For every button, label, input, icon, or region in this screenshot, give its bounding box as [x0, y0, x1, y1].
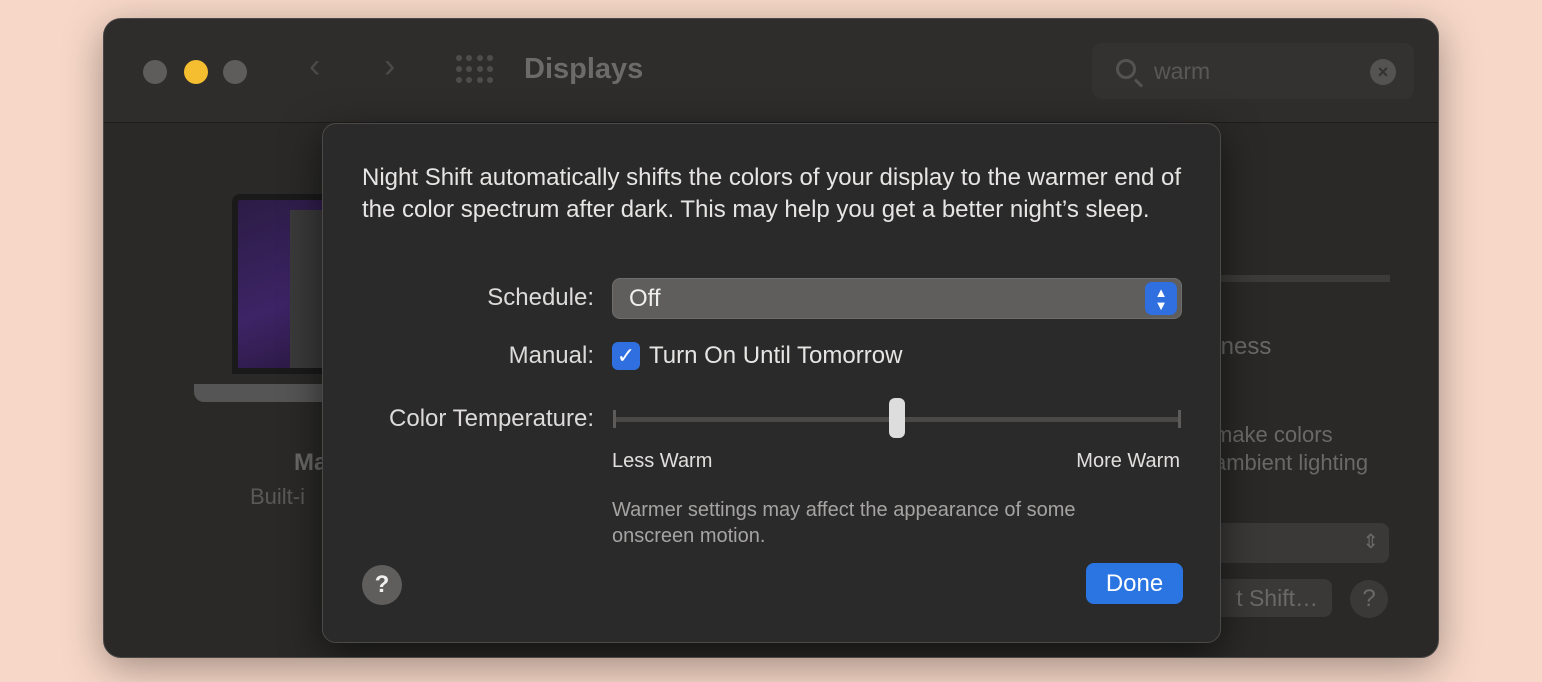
back-arrow-icon[interactable]: ‹	[309, 49, 320, 83]
motion-warning-text: Warmer settings may affect the appearanc…	[612, 499, 1076, 547]
chevron-up-down-icon: ▲ ▼	[1145, 282, 1177, 315]
display-subtitle: Built-i	[250, 484, 306, 509]
zoom-window-button[interactable]	[223, 60, 247, 84]
turn-on-until-tomorrow-label[interactable]: Turn On Until Tomorrow	[649, 342, 902, 370]
system-preferences-window: ‹ › Displays warm × Ma Built-i tness mak…	[103, 18, 1439, 658]
show-all-grid-icon[interactable]	[456, 55, 494, 85]
search-input[interactable]: warm	[1154, 58, 1210, 85]
more-warm-label: More Warm	[1076, 450, 1180, 472]
true-tone-description: make colors ambient lighting	[1214, 422, 1369, 475]
search-icon	[1116, 59, 1136, 79]
night-shift-button: t Shift…	[1214, 579, 1332, 617]
less-warm-label: Less Warm	[612, 450, 713, 472]
brightness-label: tness	[1214, 333, 1272, 360]
slider-tick-max	[1178, 410, 1181, 428]
schedule-popup[interactable]: Off ▲ ▼	[612, 278, 1182, 319]
search-field[interactable]: warm ×	[1092, 43, 1414, 99]
night-shift-sheet: Night Shift automatically shifts the col…	[322, 123, 1221, 643]
color-temperature-slider[interactable]	[612, 396, 1182, 442]
night-shift-description: Night Shift automatically shifts the col…	[362, 164, 1182, 223]
window-title: Displays	[524, 53, 644, 85]
clear-search-icon[interactable]: ×	[1370, 59, 1396, 85]
slider-thumb[interactable]	[889, 398, 905, 438]
turn-on-until-tomorrow-checkbox[interactable]: ✓	[612, 342, 640, 370]
background-help-icon: ?	[1350, 580, 1388, 618]
done-button[interactable]: Done	[1086, 563, 1183, 604]
popup-arrows-icon: ⇕	[1362, 531, 1379, 553]
slider-tick-min	[613, 410, 616, 428]
manual-label: Manual:	[508, 342, 594, 369]
brightness-slider-track	[1214, 275, 1390, 282]
schedule-value: Off	[629, 285, 661, 312]
help-icon[interactable]: ?	[362, 565, 402, 605]
color-temperature-label: Color Temperature:	[389, 405, 594, 432]
minimize-window-button[interactable]	[184, 60, 208, 84]
schedule-label: Schedule:	[487, 284, 594, 311]
forward-arrow-icon[interactable]: ›	[384, 49, 395, 83]
titlebar: ‹ › Displays warm ×	[104, 19, 1438, 123]
background-popup: ⇕	[1214, 523, 1389, 563]
close-window-button[interactable]	[143, 60, 167, 84]
